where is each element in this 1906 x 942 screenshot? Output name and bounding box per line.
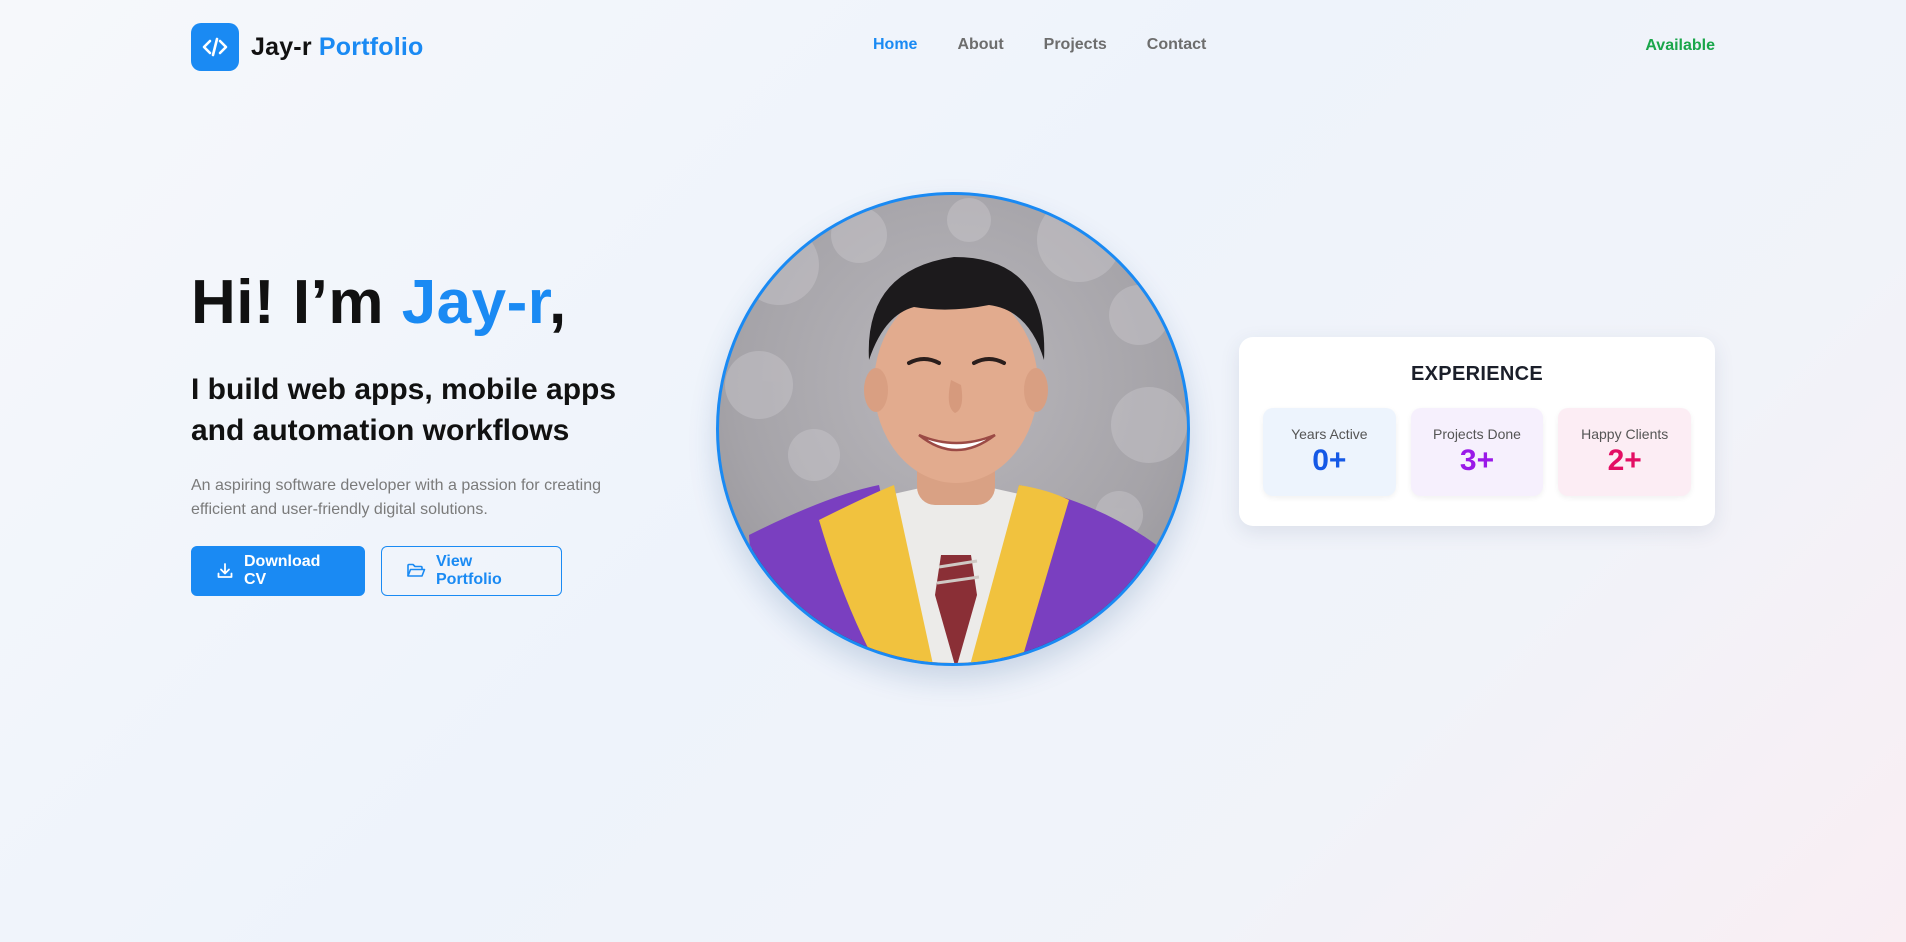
hero-name: Jay-r bbox=[401, 268, 549, 337]
download-cv-label: Download CV bbox=[244, 552, 321, 588]
view-portfolio-label: View Portfolio bbox=[436, 552, 502, 588]
hero-description: An aspiring software developer with a pa… bbox=[191, 476, 601, 518]
code-icon bbox=[191, 23, 239, 71]
nav-projects[interactable]: Projects bbox=[1044, 36, 1107, 54]
graduate-portrait bbox=[720, 198, 1187, 663]
logo[interactable]: Jay-r Portfolio bbox=[191, 23, 423, 71]
hero-comma: , bbox=[549, 268, 567, 337]
hero-subtitle: I build web apps, mobile apps and automa… bbox=[191, 373, 617, 448]
availability-status: Available bbox=[1645, 37, 1715, 54]
nav-home[interactable]: Home bbox=[873, 36, 917, 54]
stat-value: 2+ bbox=[1607, 444, 1642, 477]
hero-greeting: Hi! I’m bbox=[191, 268, 384, 337]
folder-open-icon bbox=[407, 563, 426, 577]
hero-intro: Hi! I’m Jay-r, I build web apps, mobile … bbox=[191, 270, 651, 596]
experience-card: EXPERIENCE Years Active 0+ Projects Done… bbox=[1239, 337, 1715, 526]
site-header: Jay-r Portfolio Home About Projects Cont… bbox=[0, 0, 1906, 94]
nav-contact[interactable]: Contact bbox=[1147, 36, 1207, 54]
download-icon bbox=[217, 562, 233, 578]
nav-about[interactable]: About bbox=[957, 36, 1003, 54]
logo-accent: Portfolio bbox=[318, 32, 424, 61]
stat-happy-clients: Happy Clients 2+ bbox=[1558, 408, 1692, 496]
hero-title: Hi! I’m Jay-r, bbox=[191, 270, 651, 335]
hero-buttons: Download CV View Portfolio bbox=[191, 545, 651, 596]
logo-name: Jay-r bbox=[251, 32, 312, 61]
profile-photo bbox=[716, 192, 1190, 666]
stat-label: Projects Done bbox=[1433, 426, 1521, 442]
logo-text: Jay-r Portfolio bbox=[251, 33, 423, 62]
stat-years-active: Years Active 0+ bbox=[1263, 408, 1396, 496]
download-cv-button[interactable]: Download CV bbox=[191, 545, 365, 596]
stat-projects-done: Projects Done 3+ bbox=[1410, 408, 1544, 496]
main-nav: Home About Projects Contact bbox=[873, 36, 1206, 54]
stat-label: Years Active bbox=[1291, 426, 1368, 442]
stat-label: Happy Clients bbox=[1581, 426, 1669, 442]
experience-stats: Years Active 0+ Projects Done 3+ Happy C… bbox=[1263, 408, 1692, 496]
experience-title: EXPERIENCE bbox=[1411, 363, 1543, 385]
stat-value: 3+ bbox=[1459, 444, 1495, 477]
stat-value: 0+ bbox=[1312, 444, 1347, 477]
view-portfolio-button[interactable]: View Portfolio bbox=[381, 545, 562, 596]
